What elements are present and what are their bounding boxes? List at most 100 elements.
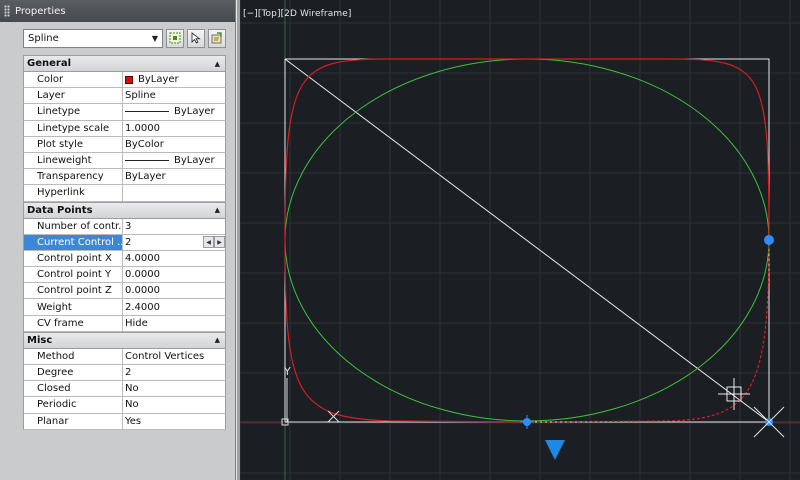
color-swatch [125,75,133,84]
property-name: Closed [24,381,123,397]
property-value[interactable] [123,185,225,201]
property-value-text: 4.0000 [125,252,160,264]
select-objects-icon [169,32,181,44]
property-value-text: 2 [125,236,132,248]
collapse-icon[interactable]: ▲ [215,206,220,214]
section-header-misc[interactable]: Misc ▲ [23,331,226,349]
property-value[interactable]: ByLayer [123,152,225,169]
property-name: Method [24,348,123,364]
palette-titlebar[interactable]: Properties [0,0,235,22]
section-title: Data Points [27,204,93,216]
property-row[interactable]: Method Control Vertices [23,348,226,365]
quick-select-button[interactable] [208,28,226,48]
property-row[interactable]: Control point Y 0.0000 [23,267,226,284]
property-name: Degree [24,365,123,381]
property-value[interactable]: 2 [123,365,225,381]
linetype-preview [125,160,169,162]
property-value[interactable]: 4.0000 [123,250,225,267]
property-row[interactable]: Plot style ByColor [23,136,226,153]
object-type-select[interactable]: Spline ▼ [23,28,163,48]
section-title: Misc [27,334,53,346]
property-row[interactable]: Color ByLayer [23,72,226,89]
property-value[interactable]: 0.0000 [123,267,225,283]
property-name: Planar [24,413,123,429]
section-header-general[interactable]: General ▲ [23,55,226,72]
property-row[interactable]: Number of contr... 3 [23,218,226,235]
property-value-text: ByLayer [174,155,215,167]
property-value[interactable]: No [123,397,225,413]
property-value[interactable]: Spline [123,88,225,104]
property-value[interactable]: ByLayer [123,72,225,88]
property-value[interactable]: 2 ◀ ▶ [123,234,225,250]
property-value[interactable]: 3 [123,218,225,234]
drag-grip-icon[interactable] [4,5,10,17]
toggle-pickadd-button[interactable] [166,28,184,48]
property-value-text: 3 [125,220,132,232]
property-value-text: 0.0000 [125,269,160,281]
object-type-value: Spline [28,32,59,44]
property-row[interactable]: Layer Spline [23,88,226,105]
property-row[interactable]: Linetype scale 1.0000 [23,120,226,137]
property-value-text: No [125,399,139,411]
property-row[interactable]: Planar Yes [23,413,226,430]
property-value[interactable]: ByLayer [123,104,225,120]
properties-palette: Properties Spline ▼ General ▲ Color ByLayer [0,0,236,480]
section-title: General [27,58,71,69]
property-row[interactable]: Linetype ByLayer [23,104,226,121]
select-objects-button[interactable] [187,28,205,48]
property-value[interactable]: 1.0000 [123,120,225,136]
canvas-background [240,0,800,480]
property-row[interactable]: Hyperlink [23,185,226,202]
property-value[interactable]: 0.0000 [123,283,225,299]
property-row[interactable]: CV frame Hide [23,315,226,332]
property-value[interactable]: ByColor [123,136,225,152]
property-row[interactable]: Periodic No [23,397,226,414]
property-value-text: 1.0000 [125,122,160,134]
property-name: Lineweight [24,152,123,169]
previous-icon[interactable]: ◀ [203,236,214,249]
property-name: CV frame [24,315,123,331]
property-name: Plot style [24,136,123,152]
property-value[interactable]: No [123,381,225,397]
property-name: Transparency [24,169,123,185]
next-icon[interactable]: ▶ [214,236,225,249]
chevron-down-icon[interactable]: ▼ [148,30,162,47]
property-row[interactable]: Control point X 4.0000 [23,250,226,268]
linetype-preview [125,111,169,113]
collapse-icon[interactable]: ▲ [215,336,220,344]
property-value[interactable]: Yes [123,413,225,429]
viewport-controls-label[interactable]: [−][Top][2D Wireframe] [243,9,351,19]
property-row[interactable]: Lineweight ByLayer [23,152,226,170]
property-value-text: ByLayer [138,74,179,86]
cv-spinner[interactable]: ◀ ▶ [203,236,225,249]
property-row[interactable]: Closed No [23,381,226,398]
property-row[interactable]: Control point Z 0.0000 [23,283,226,300]
property-name: Layer [24,88,123,104]
property-row[interactable]: Current Control ... 2 ◀ ▶ [23,234,226,251]
property-value[interactable]: Control Vertices [123,348,225,364]
property-value-text: ByLayer [125,171,166,183]
drawing-canvas[interactable]: Y [240,0,800,480]
property-value[interactable]: Hide [123,315,225,331]
property-name: Number of contr... [24,218,123,234]
palette-toolbar: Spline ▼ [0,22,235,54]
property-name: Control point X [24,250,123,267]
section-header-data-points[interactable]: Data Points ▲ [23,201,226,219]
property-name: Current Control ... [24,234,123,250]
property-value-text: Control Vertices [125,350,205,362]
property-value-text: 0.0000 [125,285,160,297]
property-name: Control point Z [24,283,123,299]
property-row[interactable]: Transparency ByLayer [23,169,226,186]
property-value[interactable]: 2.4000 [123,299,225,315]
property-row[interactable]: Weight 2.4000 [23,299,226,316]
property-name: Linetype [24,104,123,120]
collapse-icon[interactable]: ▲ [215,60,220,68]
pickadd-toggle-icon [211,32,222,44]
property-value-text: ByColor [125,138,164,150]
property-value[interactable]: ByLayer [123,169,225,185]
drawing-viewport[interactable]: Y [−][Top][2D Wireframe] [240,0,800,480]
ucs-y-label: Y [283,365,291,378]
property-row[interactable]: Degree 2 [23,365,226,382]
property-name: Control point Y [24,267,123,283]
control-vertex-grip [764,235,774,245]
